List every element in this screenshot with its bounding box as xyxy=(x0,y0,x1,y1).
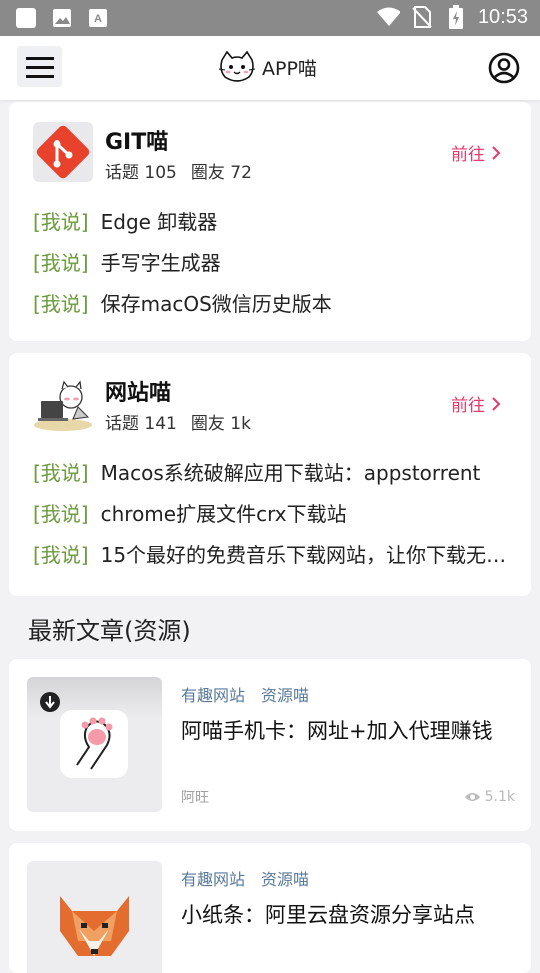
topic-tag: [我说] xyxy=(33,543,89,567)
article-card[interactable]: 有趣网站 资源喵 小纸条：阿里云盘资源分享站点 xyxy=(9,843,531,973)
chevron-right-icon xyxy=(492,145,501,160)
topic-item[interactable]: [我说] Macos系统破解应用下载站：appstorrent xyxy=(33,457,511,498)
cat-laptop-icon xyxy=(33,373,93,433)
app-title: APP喵 xyxy=(262,57,317,80)
account-icon xyxy=(488,52,520,84)
topic-text: 保存macOS微信历史版本 xyxy=(100,292,332,316)
image-icon xyxy=(50,6,74,30)
topic-text: 15个最好的免费音乐下载网站，让你下载无损音乐 xyxy=(100,543,511,567)
article-card[interactable]: 有趣网站 资源喵 阿喵手机卡：网址+加入代理赚钱 阿旺 5.1k xyxy=(9,659,531,831)
topic-list: [我说] Edge 卸载器 [我说] 手写字生成器 [我说] 保存macOS微信历史版… xyxy=(33,206,511,329)
svg-text:A: A xyxy=(94,13,102,25)
a-badge-icon: A xyxy=(86,6,110,30)
topic-text: Edge 卸载器 xyxy=(100,210,218,234)
goto-link[interactable]: 前往 xyxy=(451,140,501,165)
topic-item[interactable]: [我说] 手写字生成器 xyxy=(33,247,511,288)
category-name: 网站喵 xyxy=(105,381,172,406)
topic-tag: [我说] xyxy=(33,210,89,234)
article-title[interactable]: 阿喵手机卡：网址+加入代理赚钱 xyxy=(181,715,501,745)
category-stats: 话题 105 圈友 72 xyxy=(105,158,252,183)
article-author: 阿旺 xyxy=(181,790,209,806)
goto-label: 前往 xyxy=(451,145,485,165)
topic-tag: [我说] xyxy=(33,292,89,316)
category-card-git[interactable]: GIT喵 话题 105 圈友 72 前往 [我说] Edge 卸载器 [我说] 手写… xyxy=(9,102,531,341)
wifi-icon xyxy=(376,5,400,29)
goto-label: 前往 xyxy=(451,396,485,416)
no-sim-icon xyxy=(410,5,434,29)
topic-tag: [我说] xyxy=(33,502,89,526)
category-name: GIT喵 xyxy=(105,130,169,155)
category-stats: 话题 141 圈友 1k xyxy=(105,409,251,434)
cat-logo-icon xyxy=(218,50,256,82)
menu-icon xyxy=(25,56,54,78)
goto-link[interactable]: 前往 xyxy=(451,391,501,416)
article-tag[interactable]: 资源喵 xyxy=(261,682,309,706)
article-tag[interactable]: 有趣网站 xyxy=(181,866,245,890)
topic-item[interactable]: [我说] chrome扩展文件crx下载站 xyxy=(33,498,511,539)
topic-text: Macos系统破解应用下载站：appstorrent xyxy=(100,461,481,485)
article-tags: 有趣网站 资源喵 xyxy=(181,682,309,706)
brand: APP喵 xyxy=(218,50,317,84)
article-views: 5.1k xyxy=(464,789,515,805)
article-tag[interactable]: 有趣网站 xyxy=(181,682,245,706)
account-button[interactable] xyxy=(488,52,520,84)
views-count: 5.1k xyxy=(484,789,515,805)
topics-count: 话题 141 xyxy=(105,414,177,434)
topic-tag: [我说] xyxy=(33,461,89,485)
article-thumbnail xyxy=(27,677,162,812)
git-logo-icon xyxy=(33,122,93,182)
topic-item[interactable]: [我说] 保存macOS微信历史版本 xyxy=(33,288,511,329)
topic-text: 手写字生成器 xyxy=(100,251,221,275)
status-bar: A 10:53 xyxy=(0,0,540,36)
topic-item[interactable]: [我说] Edge 卸载器 xyxy=(33,206,511,247)
friends-count: 圈友 72 xyxy=(190,163,252,183)
article-thumbnail xyxy=(27,861,162,973)
category-card-website[interactable]: 网站喵 话题 141 圈友 1k 前往 [我说] Macos系统破解应用下载站：a… xyxy=(9,353,531,596)
square-icon xyxy=(14,6,38,30)
section-title: 最新文章(资源) xyxy=(28,617,191,645)
friends-count: 圈友 1k xyxy=(190,414,251,434)
menu-button[interactable] xyxy=(17,46,62,87)
app-bar: APP喵 xyxy=(0,36,540,100)
topics-count: 话题 105 xyxy=(105,163,177,183)
clock: 10:53 xyxy=(477,5,528,28)
chevron-right-icon xyxy=(492,396,501,411)
topic-tag: [我说] xyxy=(33,251,89,275)
eye-icon xyxy=(464,793,480,801)
topic-list: [我说] Macos系统破解应用下载站：appstorrent [我说] chrom… xyxy=(33,457,511,580)
topic-text: chrome扩展文件crx下载站 xyxy=(100,502,347,526)
battery-charging-icon xyxy=(444,5,468,29)
article-title[interactable]: 小纸条：阿里云盘资源分享站点 xyxy=(181,899,501,929)
article-tag[interactable]: 资源喵 xyxy=(261,866,309,890)
topic-item[interactable]: [我说] 15个最好的免费音乐下载网站，让你下载无损音乐 xyxy=(33,539,511,580)
article-tags: 有趣网站 资源喵 xyxy=(181,866,309,890)
